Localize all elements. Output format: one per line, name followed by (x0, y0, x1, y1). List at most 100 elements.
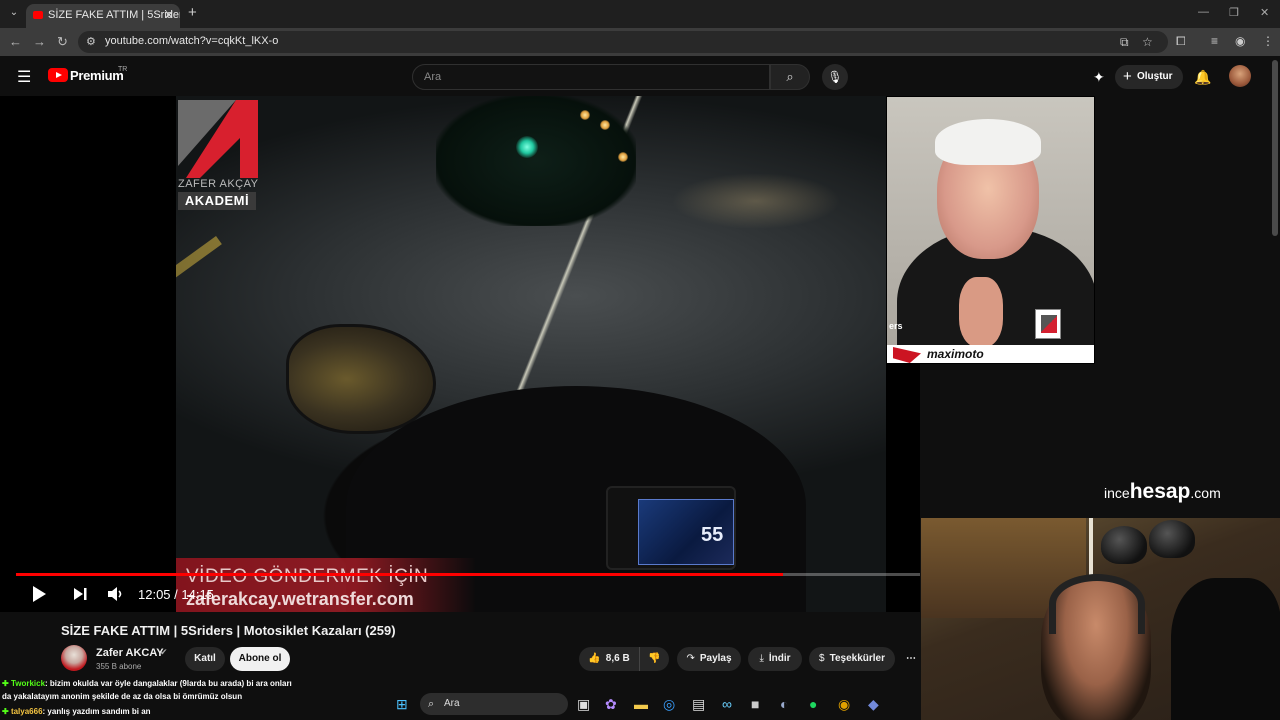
taskbar-search-placeholder: Ara (444, 698, 460, 709)
play-icon[interactable] (31, 585, 47, 603)
video-speed-readout: 55 (701, 524, 724, 546)
cast-icon[interactable]: ⧉ (1120, 35, 1129, 50)
thumbs-down-icon: 👎 (648, 653, 661, 664)
chat-text: da yakalatayım anonim şekilde de az da o… (2, 692, 243, 701)
create-button[interactable]: + Oluştur (1115, 65, 1183, 89)
taskbar-search[interactable]: ⌕ Ara (420, 693, 568, 715)
page-scrollbar[interactable] (1272, 60, 1278, 236)
bookmark-star-icon[interactable]: ☆ (1142, 35, 1153, 49)
reload-icon[interactable]: ↻ (57, 34, 68, 50)
search-placeholder: Ara (424, 71, 442, 83)
thanks-icon: $ (819, 653, 825, 664)
chat-message-continued: da yakalatayım anonim şekilde de az da o… (2, 692, 242, 701)
url-text[interactable]: youtube.com/watch?v=cqkKt_lKX-o (105, 35, 278, 47)
back-icon[interactable]: ← (9, 34, 22, 49)
minimize-icon[interactable]: — (1198, 6, 1209, 18)
host-webcam: ers maximoto (886, 96, 1095, 364)
task-view-icon[interactable]: ▣ (577, 696, 590, 713)
notifications-bell-icon[interactable]: 🔔 (1194, 69, 1211, 86)
profile-icon[interactable]: ◉ (1235, 34, 1245, 48)
sponsor-maximoto: maximoto (927, 347, 984, 361)
sponsor-tld: .com (1190, 485, 1221, 501)
close-tab-icon[interactable]: ✕ (164, 4, 174, 26)
sponsor-incehesap: incehesap.com (1104, 480, 1221, 504)
watermark-badge: AKADEMİ (178, 192, 256, 210)
thumbs-up-icon: 👍 (588, 653, 601, 664)
chrome-icon[interactable]: ◉ (838, 696, 850, 713)
share-button[interactable]: ↷ Paylaş (677, 647, 741, 671)
close-window-icon[interactable]: ✕ (1260, 6, 1269, 19)
volume-icon[interactable] (107, 585, 125, 603)
copilot-icon[interactable]: ✿ (605, 696, 617, 713)
video-title: SİZE FAKE ATTIM | 5Sriders | Motosiklet … (61, 623, 396, 638)
restore-icon[interactable]: ❐ (1229, 6, 1239, 19)
media-control-icon[interactable]: ≡ (1211, 34, 1218, 48)
extensions-icon[interactable]: ⧠ (1176, 34, 1186, 49)
account-avatar[interactable] (1229, 65, 1251, 87)
site-info-icon[interactable]: ⚙ (86, 35, 96, 48)
dislike-button[interactable]: 👎 (639, 647, 669, 671)
search-button[interactable]: ⌕ (770, 64, 810, 90)
windows-start-icon[interactable]: ⊞ (396, 696, 408, 713)
submission-banner-title: VİDEO GÖNDERMEK İÇİN (186, 566, 429, 587)
chat-message: ✚ talya666: yanlış yazdım sandım bi an (2, 707, 151, 716)
tab-title: SİZE FAKE ATTIM | 5Sriders | Mo (48, 9, 180, 21)
tv-icon[interactable]: ✦ (1093, 69, 1105, 86)
omnibox[interactable]: ⚙ youtube.com/watch?v=cqkKt_lKX-o ⧉ ☆ (78, 31, 1168, 53)
time-display: 12:05 / 14:15 (138, 587, 214, 602)
new-tab-button[interactable]: + (188, 4, 197, 21)
video-street-lamp (580, 110, 590, 120)
more-actions-icon[interactable]: ⋯ (902, 647, 920, 671)
store-icon[interactable]: ▤ (692, 696, 705, 713)
channel-avatar[interactable] (61, 645, 87, 671)
sponsor-name-light: ince (1104, 485, 1130, 501)
edge-icon[interactable]: ◎ (663, 696, 675, 713)
browser-menu-icon[interactable]: ⋮ (1262, 34, 1274, 48)
join-button[interactable]: Katıl (185, 647, 225, 671)
join-label: Katıl (194, 653, 216, 664)
menu-icon[interactable]: ☰ (17, 67, 31, 87)
download-icon: ⤓ (759, 653, 764, 664)
zafer-akcay-logo (178, 100, 258, 178)
video-motorcycle-mirror (286, 324, 436, 434)
shirt-logo-icon (1035, 309, 1061, 339)
download-button[interactable]: ⤓ İndir (748, 647, 802, 671)
forward-icon[interactable]: → (33, 34, 46, 49)
next-video-icon[interactable] (72, 585, 88, 603)
like-count: 8,6 B (605, 653, 630, 664)
subscribe-button[interactable]: Abone ol (230, 647, 290, 671)
search-input[interactable]: Ara (412, 64, 770, 90)
youtube-logo-icon[interactable] (48, 68, 68, 82)
voice-search-button[interactable]: 🎙 (822, 64, 848, 90)
streamer-webcam (921, 518, 1280, 720)
watermark-name: ZAFER AKÇAY (178, 178, 259, 190)
share-icon: ↷ (686, 653, 695, 664)
video-street-lamp (600, 120, 610, 130)
discord-icon[interactable]: ◆ (868, 696, 879, 713)
video-player[interactable]: 55 (0, 96, 920, 612)
video-road-line (176, 236, 222, 574)
headphones-icon (1049, 574, 1145, 634)
app-icon[interactable]: ∞ (722, 696, 732, 712)
like-button[interactable]: 👍 8,6 B (579, 647, 639, 671)
steam-icon[interactable]: ◐ (780, 696, 788, 712)
host-hair (935, 119, 1041, 165)
spotify-icon[interactable]: ● (809, 696, 817, 712)
plus-icon: + (1123, 68, 1132, 85)
premium-logo-text[interactable]: Premium (70, 68, 124, 83)
progress-bar-fill[interactable] (16, 573, 783, 576)
tab-search-icon[interactable]: ⌄ (6, 5, 22, 21)
helmet-icon (1149, 520, 1195, 558)
channel-name[interactable]: Zafer AKCAY (96, 647, 164, 659)
helmet-icon (1101, 526, 1147, 564)
file-explorer-icon[interactable]: ▬ (634, 696, 648, 712)
browser-tab[interactable]: SİZE FAKE ATTIM | 5Sriders | Mo ✕ (26, 4, 180, 28)
browser-tab-bar: ⌄ SİZE FAKE ATTIM | 5Sriders | Mo ✕ + — … (0, 0, 1280, 28)
thanks-button[interactable]: $ Teşekkürler (809, 647, 895, 671)
chat-text: : yanlış yazdım sandım bi an (42, 707, 151, 716)
app-icon[interactable]: ■ (751, 696, 759, 712)
video-frame: 55 (176, 96, 886, 612)
download-label: İndir (768, 653, 791, 664)
subscriber-count: 355 B abone (96, 662, 142, 671)
host-hand (959, 277, 1003, 347)
